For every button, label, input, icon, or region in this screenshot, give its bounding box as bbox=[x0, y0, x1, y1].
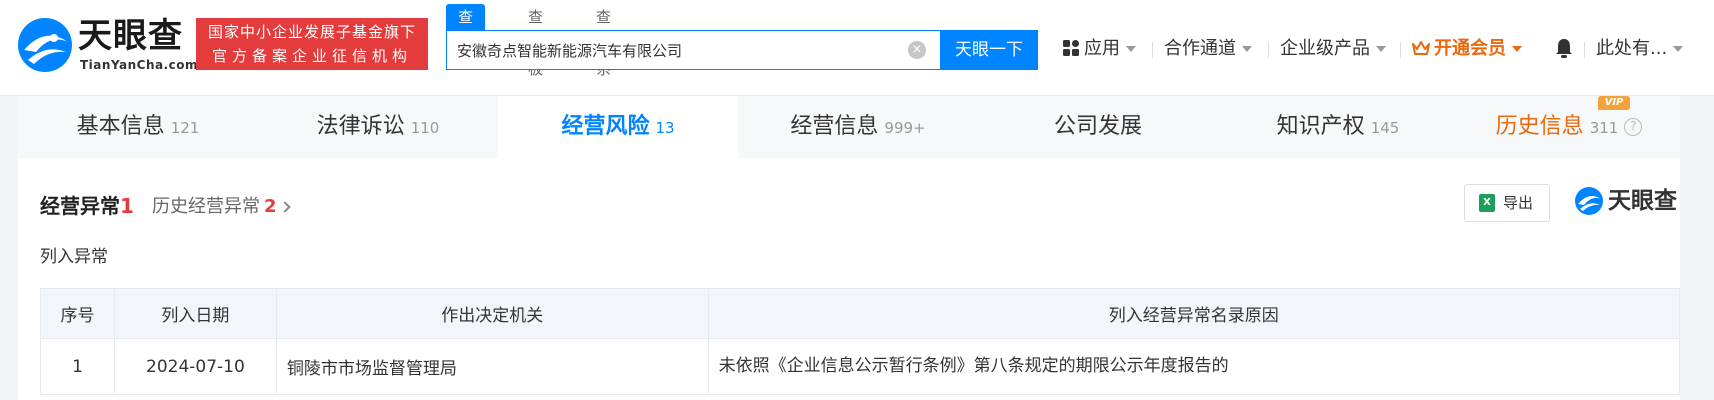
brand-name: 天眼查 bbox=[78, 16, 183, 56]
cell-authority: 铜陵市市场监督管理局 bbox=[275, 338, 709, 395]
col-header-reason: 列入经营异常名录原因 bbox=[707, 288, 1681, 339]
nav-divider bbox=[1584, 42, 1585, 58]
search-tab-company[interactable]: 查公司 bbox=[446, 4, 486, 78]
abnormal-table: 序号 列入日期 作出决定机关 列入经营异常名录原因 1 2024-07-10 铜… bbox=[40, 288, 1681, 395]
tab-count: 145 bbox=[1370, 119, 1400, 137]
business-abnormal-panel: 经营异常1 历史经营异常 2 X 导出 天眼查 列入异常 序号 列入日期 作出决定… bbox=[18, 158, 1681, 400]
tab-count: 121 bbox=[170, 119, 200, 137]
col-header-date: 列入日期 bbox=[113, 288, 277, 339]
nav-apps[interactable]: 应用 bbox=[1062, 34, 1136, 64]
tab-basic-info[interactable]: 基本信息 121 bbox=[18, 96, 258, 158]
top-header: 天眼查 TianYanCha.com 国家中小企业发展子基金旗下 官方备案企业征… bbox=[0, 0, 1714, 96]
tab-ip[interactable]: 知识产权 145 bbox=[1218, 96, 1458, 158]
slogan-banner: 国家中小企业发展子基金旗下 官方备案企业征信机构 bbox=[196, 18, 428, 70]
bell-icon bbox=[1556, 39, 1572, 58]
tab-count: 13 bbox=[655, 119, 675, 137]
table-header-row: 序号 列入日期 作出决定机关 列入经营异常名录原因 bbox=[40, 288, 1681, 339]
crown-icon bbox=[1412, 41, 1430, 55]
export-button[interactable]: X 导出 bbox=[1464, 184, 1550, 222]
eye-logo-icon bbox=[18, 18, 72, 72]
history-count: 2 bbox=[264, 196, 277, 217]
nav-channel[interactable]: 合作通道 bbox=[1164, 34, 1252, 64]
cell-index: 1 bbox=[40, 338, 115, 395]
nav-divider bbox=[1152, 42, 1153, 58]
chevron-down-icon bbox=[1673, 46, 1684, 52]
slogan-line-1: 国家中小企业发展子基金旗下 bbox=[207, 23, 416, 41]
clear-icon[interactable]: × bbox=[908, 41, 926, 59]
nav-vip[interactable]: 开通会员 bbox=[1412, 34, 1522, 64]
vip-badge: VIP bbox=[1598, 96, 1630, 110]
search-button[interactable]: 天眼一下 bbox=[940, 30, 1038, 70]
notification-bell[interactable] bbox=[1554, 34, 1574, 64]
nav-enterprise[interactable]: 企业级产品 bbox=[1280, 34, 1386, 64]
tab-count: 311 bbox=[1589, 119, 1619, 137]
chevron-down-icon bbox=[1126, 46, 1136, 52]
tab-label: 历史信息 bbox=[1495, 114, 1584, 139]
search-tab-relation[interactable]: 查关系 bbox=[584, 4, 623, 78]
apps-grid-icon bbox=[1063, 40, 1079, 56]
history-abnormal-link[interactable]: 历史经营异常 2 bbox=[152, 192, 291, 218]
tab-history[interactable]: 历史信息 311? bbox=[1458, 96, 1680, 158]
section-title-label: 经营异常 bbox=[40, 194, 120, 218]
section-title: 经营异常1 bbox=[40, 190, 134, 219]
tab-label: 法律诉讼 bbox=[316, 114, 405, 139]
cell-date: 2024-07-10 bbox=[113, 338, 277, 395]
watermark-text: 天眼查 bbox=[1608, 188, 1677, 214]
tab-label: 经营风险 bbox=[561, 114, 650, 139]
nav-user-label: 此处有... bbox=[1596, 38, 1668, 59]
search-tab-boss[interactable]: 查老板 bbox=[516, 4, 555, 78]
brand-domain: TianYanCha.com bbox=[80, 58, 199, 72]
nav-divider bbox=[1400, 42, 1401, 58]
chevron-down-icon bbox=[1512, 46, 1522, 52]
nav-user[interactable]: 此处有... bbox=[1596, 34, 1684, 64]
chevron-down-icon bbox=[1242, 46, 1252, 52]
nav-vip-label: 开通会员 bbox=[1434, 38, 1506, 59]
tab-legal[interactable]: 法律诉讼 110 bbox=[258, 96, 498, 158]
tab-business-risk[interactable]: 经营风险 13 bbox=[498, 96, 738, 158]
nav-channel-label: 合作通道 bbox=[1164, 38, 1236, 59]
tab-label: 公司发展 bbox=[1053, 114, 1142, 139]
chevron-right-icon bbox=[278, 201, 291, 213]
tab-label: 基本信息 bbox=[76, 114, 165, 139]
excel-icon: X bbox=[1479, 194, 1495, 212]
slogan-line-2: 官方备案企业征信机构 bbox=[211, 47, 412, 65]
nav-enterprise-label: 企业级产品 bbox=[1280, 38, 1370, 59]
brand-logo[interactable]: 天眼查 TianYanCha.com bbox=[16, 14, 198, 74]
tab-count: 999+ bbox=[884, 119, 926, 137]
tab-business-info[interactable]: 经营信息 999+ bbox=[738, 96, 978, 158]
help-icon[interactable]: ? bbox=[1624, 118, 1643, 136]
search-input[interactable] bbox=[457, 31, 897, 69]
tab-label: 知识产权 bbox=[1276, 114, 1365, 139]
nav-divider bbox=[1268, 42, 1269, 58]
tab-development[interactable]: 公司发展 bbox=[978, 96, 1218, 158]
table-row: 1 2024-07-10 铜陵市市场监督管理局 未依照《企业信息公示暂行条例》第… bbox=[40, 338, 1681, 395]
chevron-down-icon bbox=[1376, 46, 1386, 52]
cell-reason: 未依照《企业信息公示暂行条例》第八条规定的期限公示年度报告的 bbox=[707, 338, 1681, 395]
export-label: 导出 bbox=[1503, 194, 1534, 212]
col-header-index: 序号 bbox=[40, 288, 115, 339]
nav-apps-label: 应用 bbox=[1084, 38, 1120, 59]
sub-section-label: 列入异常 bbox=[40, 247, 108, 267]
tab-count: 110 bbox=[410, 119, 440, 137]
section-count: 1 bbox=[120, 194, 134, 218]
search-box: × bbox=[446, 30, 940, 70]
col-header-authority: 作出决定机关 bbox=[275, 288, 709, 339]
company-section-tabs: 基本信息 121 法律诉讼 110 经营风险 13 经营信息 999+ 公司发展 知识产… bbox=[18, 96, 1680, 158]
eye-logo-icon bbox=[1575, 187, 1603, 215]
history-label: 历史经营异常 bbox=[152, 196, 260, 217]
tab-label: 经营信息 bbox=[790, 114, 879, 139]
